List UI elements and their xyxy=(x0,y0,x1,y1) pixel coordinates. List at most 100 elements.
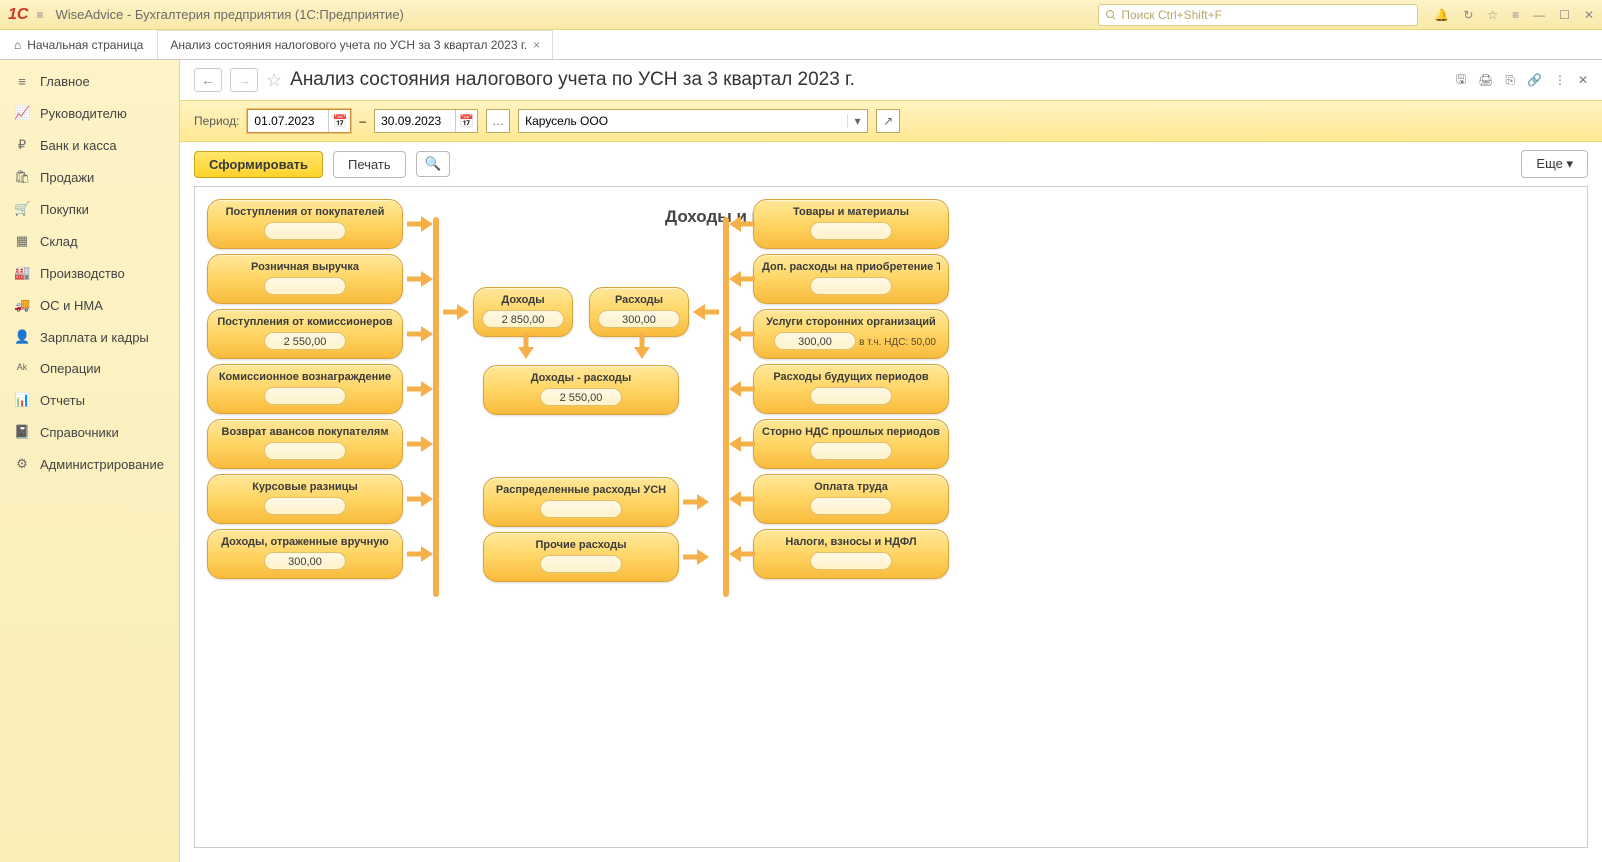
report-box[interactable]: Поступления от покупателей xyxy=(207,199,403,249)
org-open-button[interactable]: ↗ xyxy=(876,109,900,133)
tab-report[interactable]: Анализ состояния налогового учета по УСН… xyxy=(158,30,553,59)
favorite-icon[interactable]: ☆ xyxy=(266,70,282,91)
nav-operations[interactable]: ᴬᵏОперации xyxy=(0,353,179,384)
box-title: Возврат авансов покупателям xyxy=(216,426,394,438)
truck-icon: 🚚 xyxy=(14,297,30,313)
nav-label: Администрирование xyxy=(40,457,164,472)
close-icon[interactable]: × xyxy=(533,38,540,52)
nav-label: Покупки xyxy=(40,202,89,217)
nav-assets[interactable]: 🚚ОС и НМА xyxy=(0,289,179,321)
report-box[interactable]: Услуги сторонних организаций300,00в т.ч.… xyxy=(753,309,949,359)
more-button[interactable]: Еще ▾ xyxy=(1521,150,1588,178)
report-box[interactable]: Курсовые разницы xyxy=(207,474,403,524)
export-icon[interactable]: ⎘ xyxy=(1505,73,1515,88)
report-box[interactable]: Комиссионное вознаграждение xyxy=(207,364,403,414)
box-title: Распределенные расходы УСН xyxy=(492,484,670,496)
box-value xyxy=(264,387,346,405)
box-value xyxy=(810,442,892,460)
arrow-right-icon xyxy=(683,548,709,566)
nav-main[interactable]: ≡ Главное xyxy=(0,66,179,97)
dropdown-icon[interactable]: ▾ xyxy=(847,114,867,128)
report-box[interactable]: Поступления от комиссионеров2 550,00 xyxy=(207,309,403,359)
date-to-field[interactable]: 📅 xyxy=(374,109,478,133)
report-box[interactable]: Расходы300,00 xyxy=(589,287,689,337)
nav-label: Склад xyxy=(40,234,78,249)
history-icon[interactable]: ↻ xyxy=(1463,8,1473,22)
nav-bank[interactable]: ₽Банк и касса xyxy=(0,129,179,161)
star-icon[interactable]: ☆ xyxy=(1487,8,1498,22)
org-input[interactable] xyxy=(519,111,847,131)
nav-label: Главное xyxy=(40,74,90,89)
content-header: ← → ☆ Анализ состояния налогового учета … xyxy=(180,60,1602,100)
maximize-icon[interactable]: ☐ xyxy=(1559,8,1570,22)
arrow-left-icon xyxy=(729,380,755,398)
report-box[interactable]: Налоги, взносы и НДФЛ xyxy=(753,529,949,579)
box-value xyxy=(540,500,622,518)
menu-icon[interactable]: ≡ xyxy=(1512,8,1519,22)
app-title: WiseAdvice - Бухгалтерия предприятия (1С… xyxy=(55,7,403,22)
nav-catalogs[interactable]: 📓Справочники xyxy=(0,416,179,448)
global-search-input[interactable]: Поиск Ctrl+Shift+F xyxy=(1098,4,1418,26)
box-title: Доходы - расходы xyxy=(492,372,670,384)
main-menu-icon[interactable]: ≡ xyxy=(36,8,43,22)
nav-sales[interactable]: 🛍Продажи xyxy=(0,161,179,193)
preview-button[interactable]: 🔍 xyxy=(416,151,451,177)
sidebar: ≡ Главное 📈Руководителю ₽Банк и касса 🛍Пр… xyxy=(0,60,180,862)
box-value xyxy=(810,552,892,570)
date-to-input[interactable] xyxy=(375,111,455,131)
arrow-right-icon xyxy=(407,435,433,453)
report-box[interactable]: Оплата труда xyxy=(753,474,949,524)
report-box[interactable]: Доходы - расходы2 550,00 xyxy=(483,365,679,415)
box-value: 2 550,00 xyxy=(264,332,346,350)
print-button[interactable]: Печать xyxy=(333,151,406,178)
nav-manager[interactable]: 📈Руководителю xyxy=(0,97,179,129)
date-from-input[interactable] xyxy=(248,111,328,131)
nav-purchases[interactable]: 🛒Покупки xyxy=(0,193,179,225)
report-box[interactable]: Розничная выручка xyxy=(207,254,403,304)
report-box[interactable]: Расходы будущих периодов xyxy=(753,364,949,414)
calendar-icon[interactable]: 📅 xyxy=(455,110,477,132)
save-icon[interactable]: 🖫 xyxy=(1456,70,1466,91)
nav-warehouse[interactable]: ▦Склад xyxy=(0,225,179,257)
nav-back-button[interactable]: ← xyxy=(194,68,222,92)
nav-payroll[interactable]: 👤Зарплата и кадры xyxy=(0,321,179,353)
report-box[interactable]: Прочие расходы xyxy=(483,532,679,582)
period-picker-button[interactable]: … xyxy=(486,109,510,133)
report-box[interactable]: Возврат авансов покупателям xyxy=(207,419,403,469)
box-value: 300,00 xyxy=(598,310,680,328)
report-box[interactable]: Доходы2 850,00 xyxy=(473,287,573,337)
factory-icon: 🏭 xyxy=(14,265,30,281)
box-title: Поступления от покупателей xyxy=(216,206,394,218)
bars-icon: 📊 xyxy=(14,392,30,408)
calendar-icon[interactable]: 📅 xyxy=(328,110,350,132)
bell-icon[interactable]: 🔔 xyxy=(1434,8,1449,22)
report-box[interactable]: Доходы, отраженные вручную300,00 xyxy=(207,529,403,579)
box-value xyxy=(264,277,346,295)
report-box[interactable]: Доп. расходы на приобретение ТМЦ xyxy=(753,254,949,304)
search-placeholder: Поиск Ctrl+Shift+F xyxy=(1121,8,1222,22)
more-icon[interactable]: ⋮ xyxy=(1554,73,1566,87)
close-panel-icon[interactable]: ✕ xyxy=(1578,73,1588,87)
report-box[interactable]: Товары и материалы xyxy=(753,199,949,249)
print-icon[interactable]: 🖨 xyxy=(1478,73,1493,87)
nav-admin[interactable]: ⚙Администрирование xyxy=(0,448,179,480)
arrow-left-icon xyxy=(729,545,755,563)
tab-home[interactable]: ⌂ Начальная страница xyxy=(0,30,158,59)
link-icon[interactable]: 🔗 xyxy=(1527,73,1542,87)
report-box[interactable]: Сторно НДС прошлых периодов xyxy=(753,419,949,469)
close-window-icon[interactable]: ✕ xyxy=(1584,8,1594,22)
report-box[interactable]: Распределенные расходы УСН xyxy=(483,477,679,527)
minimize-icon[interactable]: — xyxy=(1533,8,1545,22)
org-select[interactable]: ▾ xyxy=(518,109,868,133)
list-icon: ≡ xyxy=(14,74,30,89)
box-value xyxy=(264,442,346,460)
nav-label: Продажи xyxy=(40,170,94,185)
nav-reports[interactable]: 📊 Отчеты xyxy=(0,384,179,416)
nav-label: Отчеты xyxy=(40,393,85,408)
period-dash: – xyxy=(359,114,366,128)
date-from-field[interactable]: 📅 xyxy=(247,109,351,133)
box-value: 2 850,00 xyxy=(482,310,564,328)
nav-production[interactable]: 🏭Производство xyxy=(0,257,179,289)
form-button[interactable]: Сформировать xyxy=(194,151,323,178)
nav-forward-button[interactable]: → xyxy=(230,68,258,92)
